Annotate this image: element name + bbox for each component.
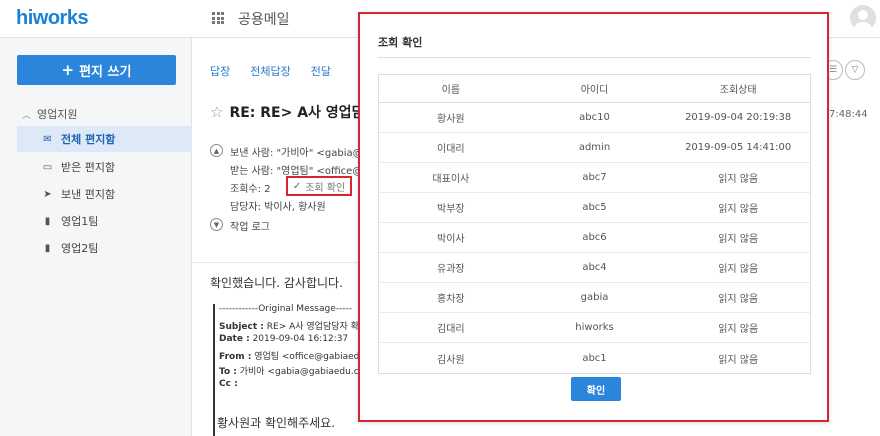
mail-body-line: 확인했습니다. 감사합니다. — [210, 276, 343, 290]
sidebar-item-sales-team-1[interactable]: ▮ 영업1팀 — [17, 208, 192, 234]
cell-id: admin — [578, 142, 611, 153]
original-from: From : 영업팀 <office@gabiaedu — [219, 352, 363, 362]
reply-button[interactable]: 답장 — [210, 63, 230, 79]
cell-id: abc1 — [582, 352, 607, 364]
cell-name: 홍차장 — [437, 294, 465, 305]
table-row: 황사원 abc10 2019-09-04 20:19:38 — [379, 103, 810, 133]
cell-status: 읽지 않음 — [718, 174, 759, 185]
plus-icon: + — [61, 61, 75, 79]
send-icon: ➤ — [43, 188, 52, 200]
cell-name: 유과장 — [437, 264, 465, 275]
cell-id: abc6 — [582, 232, 607, 243]
read-check-label: 조회 확인 — [305, 182, 346, 194]
envelope-icon: ✉ — [43, 133, 52, 145]
sidebar-item-all-mail[interactable]: ✉ 전체 편지함 — [17, 126, 192, 152]
cell-status: 2019-09-05 14:41:00 — [685, 142, 792, 153]
cell-name: 김사원 — [437, 354, 465, 366]
mail-subject-text: RE: RE> A사 영업담 — [229, 105, 365, 121]
confirm-button[interactable]: 확인 — [571, 377, 621, 401]
original-to: To : 가비아 <gabia@gabiaedu.co — [219, 367, 363, 377]
cell-name: 박이사 — [437, 234, 465, 245]
table-header: 이름 아이디 조회상태 — [379, 75, 810, 103]
cell-status: 읽지 않음 — [718, 234, 759, 245]
column-header-status: 조회상태 — [719, 85, 757, 96]
work-log-label[interactable]: 작업 로그 — [230, 218, 270, 233]
sidebar-item-inbox[interactable]: ▭ 받은 편지함 — [17, 154, 192, 180]
cell-status: 읽지 않음 — [718, 354, 759, 366]
expand-work-log-icon[interactable]: ▼ — [210, 218, 223, 231]
mail-assignee: 담당자: 박이사, 황사원 — [230, 202, 326, 213]
bookmark-icon: ▮ — [44, 215, 51, 227]
table-row: 박이사 abc6 읽지 않음 — [379, 223, 810, 253]
collapse-header-icon[interactable]: ▲ — [210, 144, 223, 157]
mail-body-line: 황사원과 확인해주세요. — [217, 416, 336, 430]
cell-name: 이대리 — [437, 144, 465, 155]
read-count: 조회수: 2 — [230, 184, 271, 195]
cell-id: abc4 — [582, 262, 607, 273]
cell-id: hiworks — [575, 322, 614, 333]
table-row: 김대리 hiworks 읽지 않음 — [379, 313, 810, 343]
app-title: 공용메일 — [238, 12, 290, 28]
read-check-button[interactable]: ✓ 조회 확인 — [286, 176, 352, 196]
read-check-modal: 조회 확인 이름 아이디 조회상태 황사원 abc10 2019-09-04 20:… — [358, 12, 829, 422]
cell-status: 읽지 않음 — [718, 324, 759, 335]
column-header-id: 아이디 — [580, 85, 609, 96]
sidebar-item-sent[interactable]: ➤ 보낸 편지함 — [17, 181, 192, 207]
compose-button[interactable]: + 편지 쓰기 — [17, 55, 176, 85]
forward-button[interactable]: 전달 — [311, 63, 331, 79]
original-subject: Subject : RE> A사 영업담당자 확 — [219, 322, 359, 332]
mail-time: 7:48:44 — [829, 109, 868, 120]
check-icon: ✓ — [292, 180, 302, 192]
sidebar: + 편지 쓰기 ︿ 영업지원 ✉ 전체 편지함 ▭ 받은 편지함 ➤ 보낸 편지… — [0, 38, 192, 436]
original-separator: ------------Original Message----- — [219, 304, 352, 314]
table-row: 유과장 abc4 읽지 않음 — [379, 253, 810, 283]
star-icon[interactable]: ☆ — [210, 103, 223, 121]
folder-group-label: 영업지원 — [37, 108, 78, 121]
mail-subject: ☆ RE: RE> A사 영업담 — [210, 102, 364, 122]
apps-grid-icon[interactable] — [212, 12, 224, 24]
inbox-icon: ▭ — [42, 161, 53, 173]
table-row: 박부장 abc5 읽지 않음 — [379, 193, 810, 223]
cell-id: gabia — [580, 292, 609, 303]
table-row: 이대리 admin 2019-09-05 14:41:00 — [379, 133, 810, 163]
cell-id: abc10 — [579, 112, 610, 123]
cell-name: 황사원 — [437, 114, 465, 125]
mail-to: 받는 사람: "영업팀" <office@ — [230, 166, 363, 177]
sidebar-item-label: 영업2팀 — [61, 242, 99, 255]
chevron-down-icon[interactable]: ▽ — [845, 60, 865, 80]
chevron-up-icon: ︿ — [22, 110, 32, 121]
cell-name: 박부장 — [437, 204, 465, 215]
modal-title: 조회 확인 — [378, 36, 423, 49]
original-cc: Cc : — [219, 379, 238, 389]
sidebar-item-sales-team-2[interactable]: ▮ 영업2팀 — [17, 235, 192, 261]
divider — [378, 57, 811, 58]
table-row: 대표이사 abc7 읽지 않음 — [379, 163, 810, 193]
cell-name: 김대리 — [437, 324, 465, 335]
column-header-name: 이름 — [441, 85, 461, 96]
read-status-table: 이름 아이디 조회상태 황사원 abc10 2019-09-04 20:19:38 이… — [378, 74, 811, 374]
cell-status: 읽지 않음 — [718, 294, 759, 305]
cell-name: 대표이사 — [432, 174, 470, 185]
mail-from: 보낸 사람: "가비아" <gabia@ — [230, 148, 363, 159]
table-row: 김사원 abc1 읽지 않음 — [379, 343, 810, 373]
avatar[interactable] — [850, 5, 876, 31]
divider — [193, 262, 358, 263]
cell-status: 읽지 않음 — [718, 264, 759, 275]
bookmark-icon: ▮ — [44, 242, 51, 254]
sidebar-item-label: 영업1팀 — [61, 215, 99, 228]
original-date: Date : 2019-09-04 16:12:37 — [219, 334, 349, 344]
cell-id: abc7 — [582, 172, 607, 183]
sidebar-item-label: 받은 편지함 — [61, 161, 116, 174]
folder-group-toggle[interactable]: ︿ 영업지원 — [22, 106, 78, 122]
cell-id: abc5 — [582, 202, 607, 213]
compose-label: 편지 쓰기 — [79, 64, 132, 80]
cell-status: 읽지 않음 — [718, 204, 759, 215]
reply-all-button[interactable]: 전체답장 — [250, 63, 290, 79]
sidebar-item-label: 보낸 편지함 — [61, 188, 116, 201]
table-row: 홍차장 gabia 읽지 않음 — [379, 283, 810, 313]
cell-status: 2019-09-04 20:19:38 — [685, 112, 792, 123]
logo[interactable]: hiworks — [16, 7, 89, 30]
mail-actions: 답장 전체답장 전달 — [210, 63, 331, 79]
sidebar-item-label: 전체 편지함 — [61, 133, 116, 146]
